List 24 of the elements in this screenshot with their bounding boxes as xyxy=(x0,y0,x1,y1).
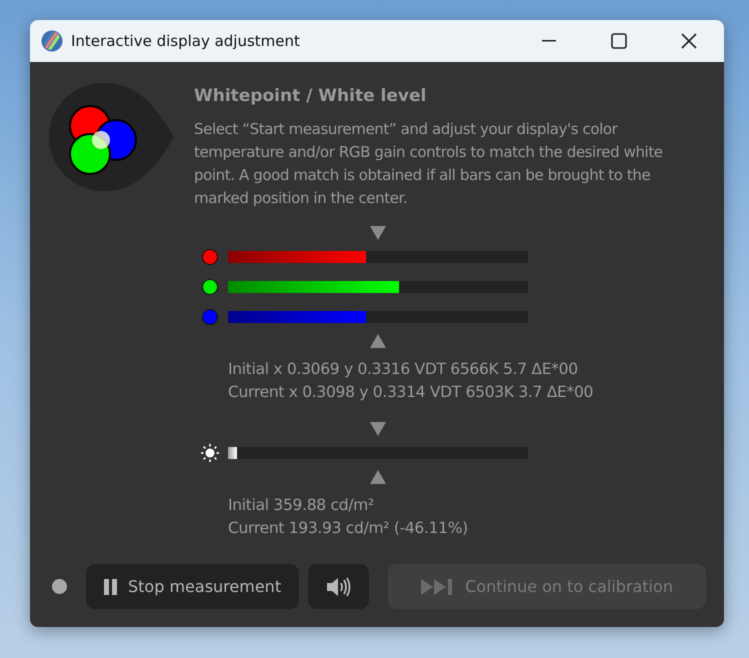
section-heading: Whitepoint / White level xyxy=(194,86,428,106)
minimize-icon xyxy=(542,40,556,42)
brightness-icon xyxy=(200,443,220,463)
channel-dot-icon xyxy=(202,309,218,325)
status-indicator-icon xyxy=(52,579,67,594)
color-reading-text: Initial x 0.3069 y 0.3316 VDT 6566K 5.7 ΔE*00 xyxy=(228,359,579,380)
instructions-text: Select “Start measurement” and adjust your display's color temperature and/or RGB gain controls to match the desired white point. A good match is obtained if all bars can be brought to the marked position in the center. xyxy=(194,119,664,209)
maximize-icon xyxy=(611,33,627,49)
brightness-reading-text: Current 193.93 cd/m² (-46.11%) xyxy=(228,518,469,539)
close-icon xyxy=(681,33,697,49)
channel-dot-icon xyxy=(202,249,218,265)
target-marker-icon xyxy=(370,334,386,348)
window-title: Interactive display adjustment xyxy=(71,32,301,50)
stop-measurement-button[interactable]: Stop measurement xyxy=(86,564,300,609)
color-reading-text: Current x 0.3098 y 0.3314 VDT 6503K 3.7 ΔE*00 xyxy=(228,382,594,403)
speaker-icon xyxy=(326,576,351,596)
channel-dot-icon xyxy=(202,279,218,295)
brightness-reading-text: Initial 359.88 cd/m² xyxy=(228,495,375,516)
app-logo-icon xyxy=(41,30,63,52)
target-marker-icon xyxy=(370,226,386,240)
sound-button[interactable] xyxy=(308,564,370,609)
target-marker-icon xyxy=(370,470,386,484)
pause-icon xyxy=(104,578,118,594)
target-marker-icon xyxy=(370,422,386,436)
